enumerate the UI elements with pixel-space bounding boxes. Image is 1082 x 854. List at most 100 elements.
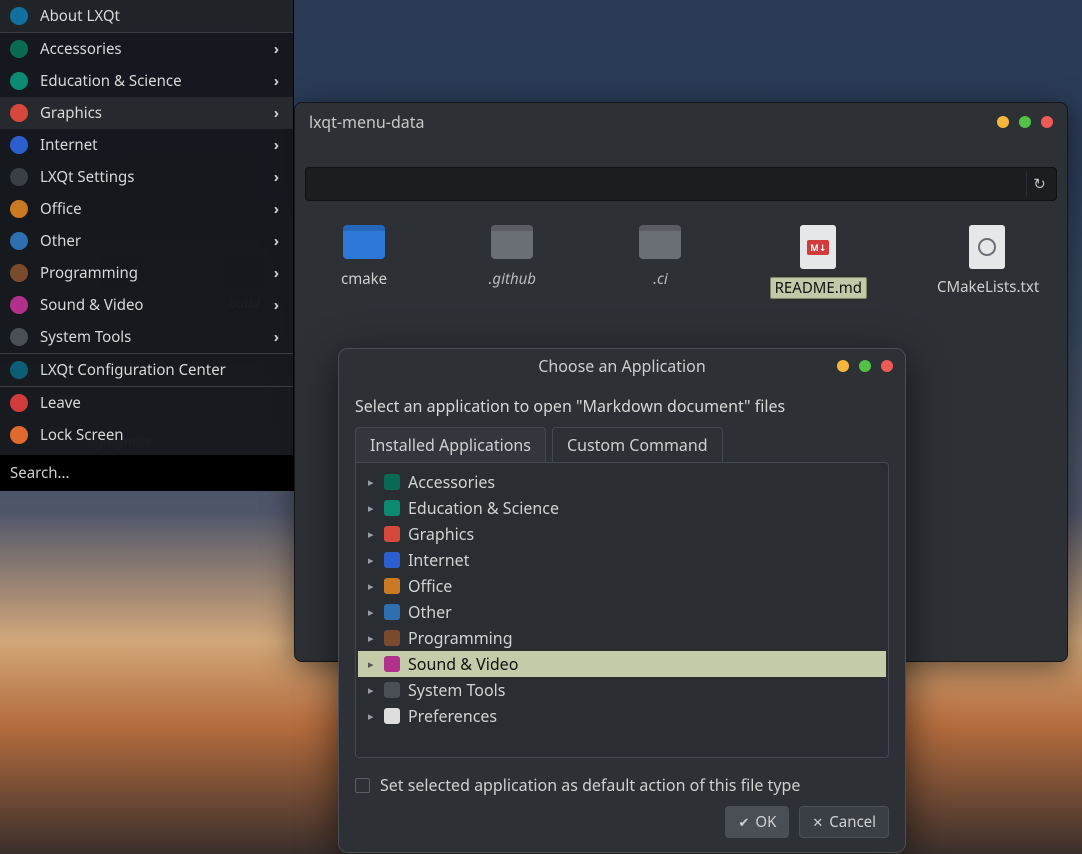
tree-node-label: Accessories [408, 471, 495, 493]
cancel-button-label: Cancel [829, 812, 876, 832]
file-label: .github [489, 269, 536, 289]
menu-item-accessories[interactable]: Accessories› [0, 33, 293, 65]
tree-node-programming[interactable]: ▸Programming [358, 625, 886, 651]
chevron-right-icon: › [274, 104, 279, 123]
menu-item-label: Programming [40, 263, 138, 283]
application-tree[interactable]: ▸ Accessories ▸ Education & Science▸Graphic… [355, 462, 889, 758]
tree-node-internet[interactable]: ▸ Internet [358, 547, 886, 573]
ok-button-label: OK [755, 812, 776, 832]
choose-application-dialog: Choose an Application Select an applicat… [338, 348, 906, 853]
tree-node-label: Other [408, 601, 452, 623]
minimize-button[interactable] [997, 116, 1009, 128]
chevron-right-icon: › [274, 168, 279, 187]
category-icon [10, 426, 28, 444]
tab-installed-applications[interactable]: Installed Applications [355, 427, 546, 462]
ok-button[interactable]: ✔ OK [725, 806, 789, 838]
tree-node-accessories[interactable]: ▸ Accessories [358, 469, 886, 495]
file-item[interactable]: M↓README.md [770, 225, 867, 299]
category-icon [10, 394, 28, 412]
expand-arrow-icon: ▸ [368, 657, 376, 672]
menu-item-lock-screen[interactable]: Lock Screen [0, 419, 293, 451]
menu-item-lxqt-configuration-center[interactable]: LXQt Configuration Center [0, 354, 293, 387]
window-title: lxqt-menu-data [309, 111, 425, 133]
dialog-title: Choose an Application [538, 355, 706, 377]
menu-item-label: LXQt Settings [40, 167, 134, 187]
dialog-titlebar[interactable]: Choose an Application [339, 349, 905, 383]
menu-item-label: Office [40, 199, 82, 219]
file-item[interactable]: .ci [621, 225, 699, 289]
category-icon [10, 7, 28, 25]
window-controls [997, 116, 1053, 128]
category-icon [384, 656, 400, 672]
category-icon [10, 168, 28, 186]
menu-item-label: LXQt Configuration Center [40, 360, 226, 380]
tree-node-label: Internet [408, 549, 469, 571]
expand-arrow-icon: ▸ [368, 475, 376, 490]
menu-item-education-science[interactable]: Education & Science› [0, 65, 293, 97]
maximize-button[interactable] [859, 360, 871, 372]
menu-item-about-lxqt[interactable]: About LXQt [0, 0, 293, 33]
category-icon [10, 328, 28, 346]
tree-node-graphics[interactable]: ▸Graphics [358, 521, 886, 547]
path-bar[interactable]: ↻ [305, 167, 1057, 201]
menu-item-label: Lock Screen [40, 425, 124, 445]
menu-item-leave[interactable]: Leave [0, 387, 293, 419]
menu-item-internet[interactable]: Internet› [0, 129, 293, 161]
chevron-right-icon: › [274, 328, 279, 347]
close-button[interactable] [881, 360, 893, 372]
chevron-right-icon: › [274, 296, 279, 315]
category-icon [10, 264, 28, 282]
menu-item-other[interactable]: Other› [0, 225, 293, 257]
tree-node-education-science[interactable]: ▸ Education & Science [358, 495, 886, 521]
tree-node-office[interactable]: ▸Office [358, 573, 886, 599]
expand-arrow-icon: ▸ [368, 683, 376, 698]
window-titlebar[interactable]: lxqt-menu-data [295, 103, 1067, 141]
menu-item-programming[interactable]: Programming› [0, 257, 293, 289]
expand-arrow-icon: ▸ [368, 553, 376, 568]
tree-node-label: Sound & Video [408, 653, 518, 675]
file-item[interactable]: .github [473, 225, 551, 289]
cancel-button[interactable]: ✕ Cancel [799, 806, 889, 838]
file-label: CMakeLists.txt [937, 277, 1039, 297]
tree-node-preferences[interactable]: ▸Preferences [358, 703, 886, 729]
check-icon: ✔ [738, 813, 749, 831]
folder-icon [491, 225, 533, 259]
menu-item-office[interactable]: Office › [0, 193, 293, 225]
menu-item-label: Other [40, 231, 81, 251]
tree-node-other[interactable]: ▸Other [358, 599, 886, 625]
close-button[interactable] [1041, 116, 1053, 128]
menu-search-input[interactable]: Search... [0, 455, 293, 491]
menu-item-graphics[interactable]: Graphics› [0, 97, 293, 129]
menu-item-sound-video[interactable]: Sound & Video› [0, 289, 293, 321]
dialog-tabs: Installed Applications Custom Command [355, 427, 889, 462]
tab-custom-command[interactable]: Custom Command [552, 427, 723, 462]
category-icon [10, 136, 28, 154]
tree-node-system-tools[interactable]: ▸ System Tools [358, 677, 886, 703]
tree-node-label: Education & Science [408, 497, 559, 519]
category-icon [384, 474, 400, 490]
category-icon [384, 708, 400, 724]
chevron-right-icon: › [274, 200, 279, 219]
expand-arrow-icon: ▸ [368, 501, 376, 516]
menu-item-system-tools[interactable]: System Tools› [0, 321, 293, 354]
menu-item-lxqt-settings[interactable]: LXQt Settings › [0, 161, 293, 193]
file-label: .ci [653, 269, 668, 289]
file-item[interactable]: cmake [325, 225, 403, 289]
tree-node-sound-video[interactable]: ▸ Sound & Video [358, 651, 886, 677]
file-item[interactable]: CMakeLists.txt [937, 225, 1037, 297]
file-label: cmake [341, 269, 387, 289]
default-action-checkbox[interactable]: Set selected application as default acti… [355, 774, 889, 796]
reload-icon[interactable]: ↻ [1026, 171, 1052, 197]
category-icon [10, 232, 28, 250]
dialog-prompt: Select an application to open "Markdown … [355, 395, 889, 417]
category-icon [384, 630, 400, 646]
category-icon [384, 500, 400, 516]
menu-item-label: Accessories [40, 39, 122, 59]
category-icon [10, 104, 28, 122]
tree-node-label: System Tools [408, 679, 505, 701]
category-icon [384, 552, 400, 568]
maximize-button[interactable] [1019, 116, 1031, 128]
checkbox-label: Set selected application as default acti… [380, 774, 800, 796]
minimize-button[interactable] [837, 360, 849, 372]
expand-arrow-icon: ▸ [368, 631, 376, 646]
